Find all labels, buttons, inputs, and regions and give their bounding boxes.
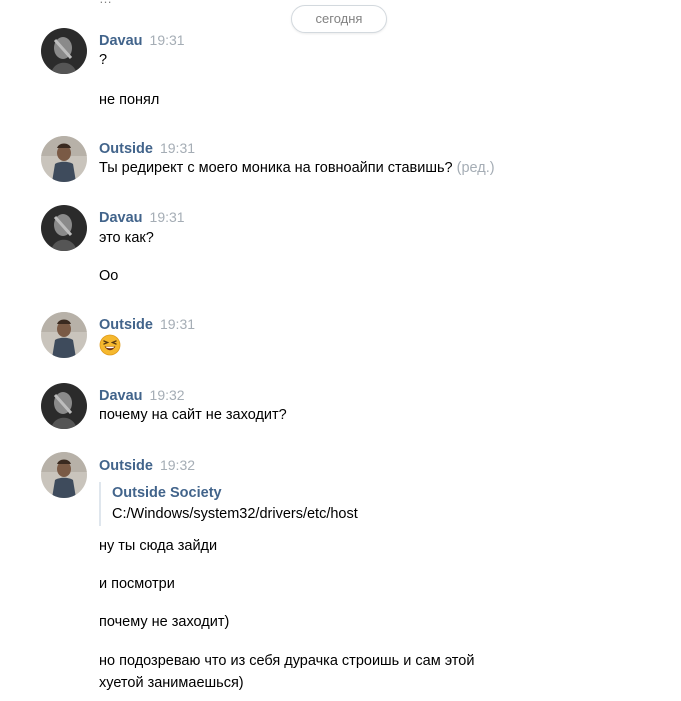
message-text: Ты редирект с моего моника на говноайпи … bbox=[99, 157, 495, 179]
message-header: Davau 19:31 bbox=[99, 31, 185, 49]
message-text: ну ты сюда зайди bbox=[99, 538, 218, 554]
author-name[interactable]: Outside bbox=[99, 141, 153, 157]
davau-avatar[interactable] bbox=[41, 205, 87, 251]
davau-avatar[interactable] bbox=[41, 383, 87, 429]
davau-avatar[interactable] bbox=[41, 28, 87, 74]
message-time[interactable]: 19:31 bbox=[160, 140, 195, 156]
author-name[interactable]: Outside bbox=[99, 458, 153, 474]
message-text: почему на сайт не заходит? bbox=[99, 407, 287, 423]
message-time[interactable]: 19:32 bbox=[150, 387, 185, 403]
message-time[interactable]: 19:31 bbox=[150, 209, 185, 225]
author-name[interactable]: Davau bbox=[99, 210, 143, 226]
date-separator[interactable]: сегодня bbox=[291, 5, 387, 33]
quote-text: C:/Windows/system32/drivers/etc/host bbox=[112, 506, 358, 522]
message-time[interactable]: 19:31 bbox=[160, 316, 195, 332]
message-body: Ты редирект с моего моника на говноайпи … bbox=[99, 160, 453, 176]
message-text: не понял bbox=[99, 92, 160, 108]
message-header: Outside 19:31 bbox=[99, 139, 195, 157]
message-text: ? bbox=[99, 52, 108, 68]
author-name[interactable]: Davau bbox=[99, 33, 143, 49]
message-text: но подозреваю что из себя дурачка строиш… bbox=[99, 653, 475, 669]
message-header: Outside 19:32 bbox=[99, 456, 195, 474]
message-text: почему не заходит) bbox=[99, 614, 230, 630]
previous-message-fragment: … bbox=[99, 0, 112, 6]
outside-avatar[interactable] bbox=[41, 136, 87, 182]
edited-label: (ред.) bbox=[456, 160, 495, 176]
message-time[interactable]: 19:31 bbox=[150, 32, 185, 48]
message-text: и посмотри bbox=[99, 576, 175, 592]
forwarded-quote[interactable]: Outside Society C:/Windows/system32/driv… bbox=[99, 482, 432, 526]
outside-avatar[interactable] bbox=[41, 452, 87, 498]
message-text: хуетой занимаешься) bbox=[99, 675, 244, 691]
message-header: Davau 19:32 bbox=[99, 386, 185, 404]
outside-avatar[interactable] bbox=[41, 312, 87, 358]
message-header: Outside 19:31 bbox=[99, 315, 195, 333]
quote-author[interactable]: Outside Society bbox=[112, 483, 432, 503]
message-text: Оо bbox=[99, 268, 119, 284]
message-text: это как? bbox=[99, 230, 154, 246]
laughing-emoji-icon bbox=[99, 334, 121, 356]
message-header: Davau 19:31 bbox=[99, 208, 185, 226]
author-name[interactable]: Outside bbox=[99, 317, 153, 333]
message-time[interactable]: 19:32 bbox=[160, 457, 195, 473]
author-name[interactable]: Davau bbox=[99, 388, 143, 404]
